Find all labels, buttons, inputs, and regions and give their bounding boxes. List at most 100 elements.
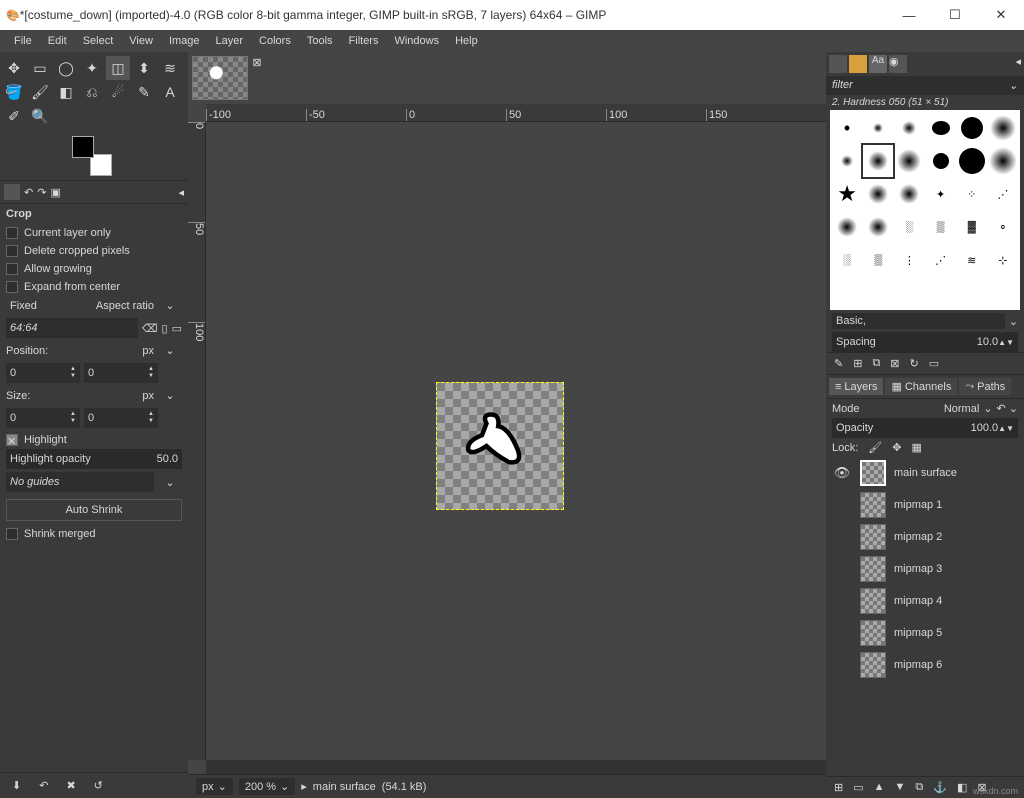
- brush-item[interactable]: ░: [832, 244, 862, 276]
- brush-item[interactable]: [988, 112, 1018, 144]
- clear-icon[interactable]: ⌫: [142, 322, 158, 335]
- allow-growing-checkbox[interactable]: [6, 263, 18, 275]
- brush-item[interactable]: ⋮: [894, 244, 924, 276]
- size-h-input[interactable]: 0▲▼: [84, 408, 158, 428]
- brush-item[interactable]: [925, 112, 955, 144]
- chevron-down-icon[interactable]: ⌄: [158, 389, 182, 402]
- raise-layer-icon[interactable]: ▲: [874, 781, 885, 794]
- zoom-tool-icon[interactable]: 🔍: [28, 104, 52, 128]
- color-picker-tool-icon[interactable]: ✐: [2, 104, 26, 128]
- brush-item[interactable]: [894, 145, 924, 177]
- path-tool-icon[interactable]: ✎: [132, 80, 156, 104]
- brush-item[interactable]: [863, 211, 893, 243]
- minimize-button[interactable]: —: [886, 0, 932, 30]
- highlight-opacity-slider[interactable]: Highlight opacity50.0: [6, 449, 182, 469]
- clone-tool-icon[interactable]: ⎌: [80, 80, 104, 104]
- brush-item[interactable]: [957, 112, 987, 144]
- brush-item[interactable]: ⋰: [988, 178, 1018, 210]
- brush-item[interactable]: [957, 145, 987, 177]
- save-preset-icon[interactable]: ⬇: [12, 779, 21, 792]
- brush-item[interactable]: ✦: [925, 178, 955, 210]
- lock-pixels-icon[interactable]: 🖌: [868, 441, 882, 454]
- transform-tool-icon[interactable]: ⬍: [132, 56, 156, 80]
- brush-item-selected[interactable]: [863, 145, 893, 177]
- layer-row[interactable]: 👁 main surface: [826, 457, 1024, 489]
- layer-name[interactable]: mipmap 2: [894, 531, 942, 543]
- mode-reset-icon[interactable]: ↶ ⌄: [997, 402, 1019, 415]
- menu-tools[interactable]: Tools: [299, 35, 341, 47]
- chevron-down-icon[interactable]: ⌄: [158, 344, 182, 357]
- brush-grid[interactable]: • ★ ✦ ⁘ ⋰ ░ ▒ ▓ ⚬ ░ ▒ ⋮: [830, 110, 1020, 310]
- brush-item[interactable]: [988, 145, 1018, 177]
- dock-menu-icon[interactable]: ◂: [178, 186, 184, 199]
- brush-item[interactable]: •: [832, 112, 862, 144]
- menu-edit[interactable]: Edit: [40, 35, 75, 47]
- smudge-tool-icon[interactable]: ☄: [106, 80, 130, 104]
- crop-tool-icon[interactable]: ◫: [106, 56, 130, 80]
- size-w-input[interactable]: 0▲▼: [6, 408, 80, 428]
- duplicate-brush-icon[interactable]: ⧉: [872, 357, 880, 370]
- tool-options-tab-icon[interactable]: [4, 184, 20, 200]
- open-brush-icon[interactable]: ▭: [929, 357, 939, 370]
- current-layer-checkbox[interactable]: [6, 227, 18, 239]
- layer-row[interactable]: mipmap 2: [826, 521, 1024, 553]
- redo-tab-icon[interactable]: ↷: [37, 186, 46, 199]
- text-tool-icon[interactable]: A: [158, 80, 182, 104]
- menu-layer[interactable]: Layer: [208, 35, 252, 47]
- free-select-tool-icon[interactable]: ◯: [54, 56, 78, 80]
- brush-item[interactable]: ⋰: [925, 244, 955, 276]
- bucket-tool-icon[interactable]: 🪣: [2, 80, 26, 104]
- brush-item[interactable]: ▓: [957, 211, 987, 243]
- lock-alpha-icon[interactable]: ▦: [911, 441, 921, 454]
- history-tab-icon[interactable]: ◉: [889, 55, 907, 73]
- layer-row[interactable]: mipmap 1: [826, 489, 1024, 521]
- brush-item[interactable]: [894, 112, 924, 144]
- aspect-dropdown[interactable]: Aspect ratio: [96, 300, 154, 312]
- restore-preset-icon[interactable]: ↶: [39, 779, 48, 792]
- menu-view[interactable]: View: [121, 35, 161, 47]
- delete-preset-icon[interactable]: ✖: [66, 779, 75, 792]
- visibility-icon[interactable]: 👁: [832, 465, 852, 481]
- new-layer-icon[interactable]: ⊞: [834, 781, 843, 794]
- chevron-down-icon[interactable]: ⌄: [158, 299, 182, 312]
- brush-preset-dropdown[interactable]: Basic,: [832, 313, 1005, 329]
- highlight-checkbox[interactable]: ✕: [6, 434, 18, 446]
- brush-item[interactable]: ▒: [925, 211, 955, 243]
- merge-layer-icon[interactable]: ⚓: [933, 781, 947, 794]
- menu-windows[interactable]: Windows: [386, 35, 447, 47]
- close-tab-icon[interactable]: ⊠: [248, 56, 266, 100]
- chevron-down-icon[interactable]: ⌄: [983, 402, 992, 415]
- brush-item[interactable]: ★: [832, 178, 862, 210]
- status-zoom[interactable]: 200 % ⌄: [239, 778, 295, 795]
- opacity-slider[interactable]: Opacity100.0 ▲▼: [832, 418, 1018, 438]
- portrait-icon[interactable]: ▯: [162, 322, 168, 335]
- fg-bg-color[interactable]: [72, 136, 112, 176]
- menu-colors[interactable]: Colors: [251, 35, 299, 47]
- brush-item[interactable]: ░: [894, 211, 924, 243]
- reset-icon[interactable]: ↺: [94, 779, 103, 792]
- layer-name[interactable]: mipmap 4: [894, 595, 942, 607]
- pos-x-input[interactable]: 0▲▼: [6, 363, 80, 383]
- horizontal-ruler[interactable]: -100-50050100150: [206, 104, 826, 122]
- menu-help[interactable]: Help: [447, 35, 486, 47]
- delete-cropped-checkbox[interactable]: [6, 245, 18, 257]
- layer-row[interactable]: mipmap 5: [826, 617, 1024, 649]
- mask-layer-icon[interactable]: ◧: [957, 781, 967, 794]
- menu-filters[interactable]: Filters: [341, 35, 387, 47]
- close-window-button[interactable]: ✕: [978, 0, 1024, 30]
- horizontal-scrollbar[interactable]: [206, 760, 826, 774]
- images-tab-icon[interactable]: ▣: [50, 186, 60, 199]
- eraser-tool-icon[interactable]: ◧: [54, 80, 78, 104]
- layer-name[interactable]: main surface: [894, 467, 957, 479]
- tab-paths[interactable]: ⤳ Paths: [959, 378, 1011, 395]
- brush-item[interactable]: ⊹: [988, 244, 1018, 276]
- landscape-icon[interactable]: ▭: [172, 322, 182, 335]
- auto-shrink-button[interactable]: Auto Shrink: [6, 499, 182, 521]
- layer-name[interactable]: mipmap 5: [894, 627, 942, 639]
- shrink-merged-checkbox[interactable]: [6, 528, 18, 540]
- warp-tool-icon[interactable]: ≋: [158, 56, 182, 80]
- brush-item[interactable]: [894, 178, 924, 210]
- layer-name[interactable]: mipmap 1: [894, 499, 942, 511]
- guides-dropdown[interactable]: No guides: [6, 472, 154, 492]
- fonts-tab-icon[interactable]: Aa: [869, 55, 887, 73]
